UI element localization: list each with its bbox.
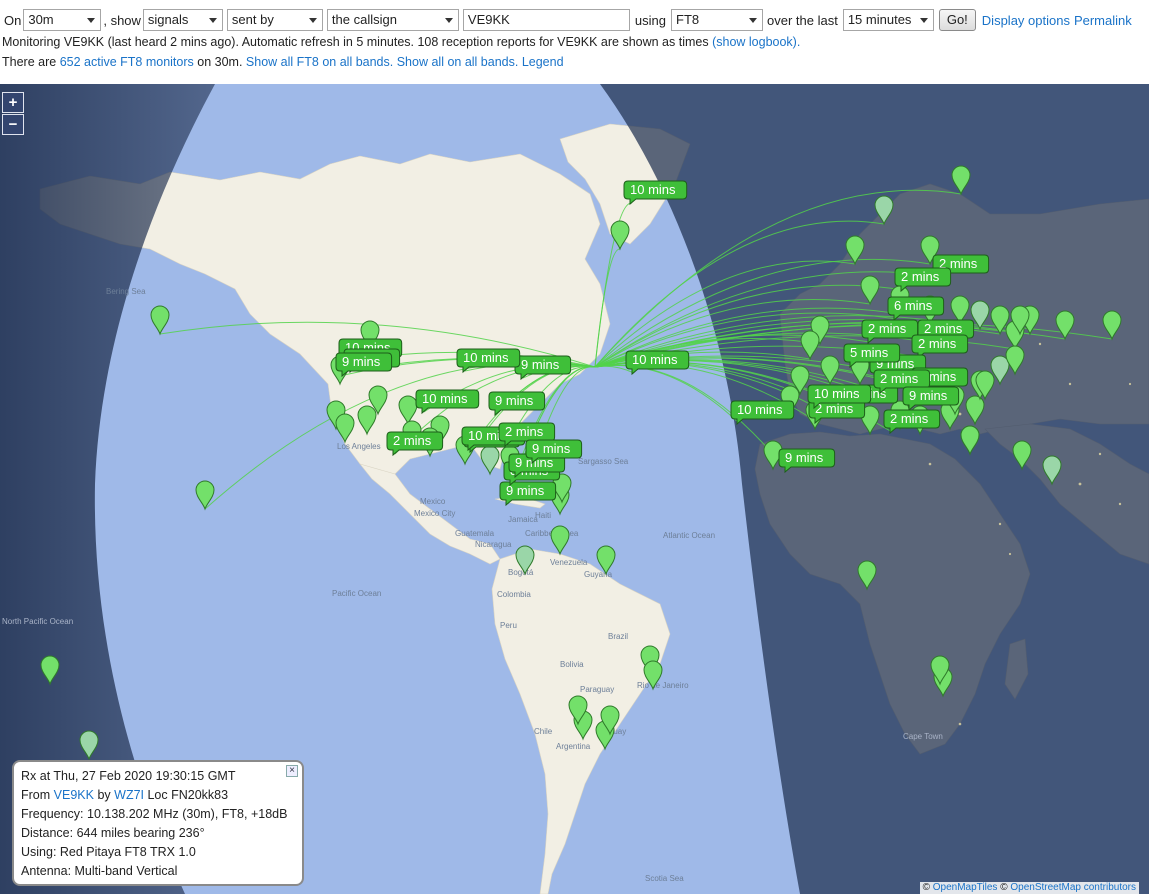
popup-from-line: From VE9KK by WZ7I Loc FN20kk83 [21, 786, 295, 805]
geo-label: Paraguay [580, 685, 614, 694]
geo-label: Colombia [497, 590, 531, 599]
popup-by-label: by [97, 788, 111, 802]
band-select[interactable]: 30m [23, 9, 102, 31]
geo-label: Bering Sea [106, 287, 146, 296]
geo-label: Bolivia [560, 660, 584, 669]
on-band-text: on 30m. [197, 55, 243, 69]
popup-from-label: From [21, 788, 51, 802]
popup-frequency: Frequency: 10.138.202 MHz (30m), FT8, +1… [21, 807, 288, 821]
geo-label: Mexico City [414, 509, 455, 518]
popup-by-call-link[interactable]: WZ7I [114, 788, 144, 802]
label-text: 2 mins [868, 321, 907, 336]
geo-label: Sargasso Sea [578, 457, 629, 466]
label-text: 2 mins [505, 424, 544, 439]
geo-label: Argentina [556, 742, 591, 751]
label-text: 2 mins [880, 371, 919, 386]
show-all-ft8-link[interactable]: Show all FT8 on all bands. [246, 55, 393, 69]
label-text: 10 mins [422, 391, 468, 406]
popup-rx-time: Rx at Thu, 27 Feb 2020 19:30:15 GMT [21, 769, 236, 783]
show-label: , show [103, 12, 141, 28]
openstreetmap-link[interactable]: OpenStreetMap contributors [1010, 882, 1136, 893]
there-are-text: There are [2, 55, 57, 69]
close-icon[interactable]: × [286, 765, 298, 777]
callsign-input[interactable]: VE9KK [462, 9, 630, 31]
label-text: 10 mins [463, 350, 509, 365]
label-text: 9 mins [909, 388, 948, 403]
label-text: 9 mins [506, 483, 545, 498]
label-text: 5 mins [850, 345, 889, 360]
over-label: over the last [767, 12, 838, 28]
on-label: On [4, 12, 22, 28]
map-attribution: © OpenMapTiles © OpenStreetMap contribut… [919, 882, 1139, 894]
using-label: using [634, 12, 666, 28]
geo-label: North Pacific Ocean [2, 617, 73, 626]
mode-select[interactable]: FT8 [671, 9, 763, 31]
zoom-out-button[interactable]: − [2, 114, 24, 135]
label-text: 2 mins [918, 336, 957, 351]
direction-select[interactable]: sent by [226, 9, 323, 31]
geo-label: Atlantic Ocean [663, 531, 715, 540]
display-options-link[interactable]: Display options [982, 13, 1070, 28]
label-text: 2 mins [901, 269, 940, 284]
reception-popup: × Rx at Thu, 27 Feb 2020 19:30:15 GMT Fr… [12, 760, 304, 886]
geo-label: Guyana [584, 570, 613, 579]
label-text: 6 mins [894, 298, 933, 313]
label-text: 10 mins [630, 182, 676, 197]
control-bar: On 30m , show signals sent by the callsi… [0, 0, 1149, 84]
geo-label: Peru [500, 621, 517, 630]
label-text: 9 mins [495, 393, 534, 408]
show-logbook-link[interactable]: (show logbook). [712, 35, 800, 49]
geo-label: Bogotá [508, 568, 534, 577]
attrib-copy2: © [1000, 882, 1008, 893]
geo-label: Brazil [608, 632, 628, 641]
world-map[interactable]: Bering Sea Los Angeles Mexico Mexico Cit… [0, 84, 1149, 894]
geo-label: Scotia Sea [645, 874, 684, 883]
geo-label: Chile [534, 727, 553, 736]
geo-label: Jamaica [508, 515, 538, 524]
period-select[interactable]: 15 minutes [842, 9, 934, 31]
geo-label: Los Angeles [337, 442, 381, 451]
label-text: 10 mins [737, 402, 783, 417]
geo-label: Nicaragua [475, 540, 512, 549]
geo-label: Rio de Janeiro [637, 681, 689, 690]
geo-label: Pacific Ocean [332, 589, 381, 598]
popup-from-call-link[interactable]: VE9KK [54, 788, 94, 802]
label-text: 9 mins [785, 450, 824, 465]
legend-link[interactable]: Legend [522, 55, 564, 69]
label-text: 10 mins [632, 352, 678, 367]
popup-antenna: Antenna: Multi-band Vertical [21, 864, 178, 878]
label-text: 9 mins [532, 441, 571, 456]
label-text: 9 mins [521, 357, 560, 372]
geo-label: Guatemala [455, 529, 495, 538]
monitoring-text: Monitoring VE9KK (last heard 2 mins ago)… [2, 35, 709, 49]
attrib-copy1: © [922, 882, 930, 893]
monitor-status: There are 652 active FT8 monitors on 30m… [2, 55, 564, 69]
popup-distance: Distance: 644 miles bearing 236° [21, 826, 205, 840]
geo-label: Cape Town [903, 732, 943, 741]
geo-label: Mexico [420, 497, 446, 506]
show-all-link[interactable]: Show all on all bands. [397, 55, 519, 69]
active-monitors-link[interactable]: 652 active FT8 monitors [60, 55, 194, 69]
permalink-link[interactable]: Permalink [1074, 13, 1132, 28]
query-controls: On 30m , show signals sent by the callsi… [2, 9, 1132, 31]
label-text: 9 mins [342, 354, 381, 369]
label-text: 10 mins [814, 386, 860, 401]
label-text: 2 mins [890, 411, 929, 426]
target-select[interactable]: the callsign [326, 9, 459, 31]
zoom-in-button[interactable]: + [2, 92, 24, 113]
monitoring-status: Monitoring VE9KK (last heard 2 mins ago)… [2, 35, 800, 49]
openmaptiles-link[interactable]: OpenMapTiles [933, 882, 998, 893]
popup-locator: Loc FN20kk83 [147, 788, 229, 802]
go-button[interactable]: Go! [938, 9, 976, 31]
geo-label: Haiti [535, 511, 551, 520]
label-text: 2 mins [924, 321, 963, 336]
label-text: 2 mins [393, 433, 432, 448]
show-select[interactable]: signals [142, 9, 223, 31]
geo-label: Venezuela [550, 558, 588, 567]
popup-using: Using: Red Pitaya FT8 TRX 1.0 [21, 845, 196, 859]
